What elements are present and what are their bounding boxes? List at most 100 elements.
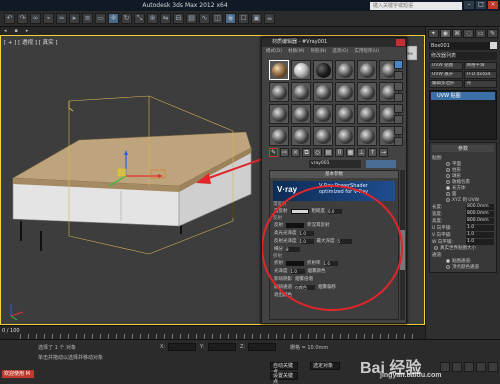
material-editor-title[interactable]: 材质编辑器 - #Vray001 [262,38,406,47]
v-tile-field[interactable]: 1.0 [466,231,494,238]
material-editor-close-button[interactable] [396,39,405,46]
diffuse-color-swatch[interactable] [290,208,309,214]
frame-counter[interactable]: 0 / 100 [2,328,20,334]
modifier-button[interactable]: UVW 展开 [429,71,463,79]
next-frame-icon[interactable] [476,362,486,372]
go-forward-sibling-icon[interactable]: → [379,148,388,157]
render-frame-icon[interactable]: ▣ [251,13,262,24]
x-coord-field[interactable] [168,343,196,351]
menu-material[interactable]: 材质(M) [288,48,304,54]
sample-slot[interactable] [335,82,355,102]
sample-slot[interactable] [313,126,333,146]
sample-slot[interactable] [313,60,333,80]
snap-icon[interactable]: ⊕ [147,13,158,24]
prev-frame-icon[interactable] [452,362,462,372]
goto-end-icon[interactable] [488,362,498,372]
render-setup-icon[interactable]: ☐ [238,13,249,24]
height-field[interactable]: 800.0mm [466,217,494,224]
put-to-library-icon[interactable]: ▤ [324,148,333,157]
sample-slot[interactable] [335,60,355,80]
unlink-icon[interactable]: ⌁ [43,13,54,24]
close-button[interactable]: × [488,1,498,9]
material-editor-scrollbar[interactable] [400,170,405,320]
sample-slot[interactable] [357,60,377,80]
w-tile-field[interactable]: 1.0 [466,238,494,245]
sample-slot[interactable] [335,104,355,124]
parameters-header[interactable]: 参数 [432,145,494,152]
create-tab-icon[interactable]: ✦ [428,29,439,38]
sample-type-icon[interactable] [394,60,403,69]
material-editor-window[interactable]: 材质编辑器 - #Vray001 模式(D) 材质(M) 导航(N) 选项(O)… [261,37,407,324]
select-by-material-icon[interactable] [394,137,403,146]
modifier-button[interactable]: 壳 [463,80,497,88]
width-field[interactable]: 800.0mm [466,210,494,217]
sample-slot[interactable] [269,82,289,102]
sample-slot[interactable] [269,126,289,146]
max-depth-field[interactable]: 5 [337,238,352,244]
background-icon[interactable] [394,82,403,91]
material-editor-icon[interactable]: ◉ [225,13,236,24]
sample-slot[interactable] [269,60,289,80]
modifier-stack[interactable]: UVW 贴图 [429,90,497,140]
modifier-button[interactable]: UVW 贴图 [429,62,463,70]
menu-utilities[interactable]: 实用程序(U) [354,48,379,54]
goto-start-icon[interactable] [440,362,450,372]
roughness-field[interactable]: 0.0 [328,208,342,214]
sample-slot[interactable] [357,126,377,146]
radio-vertex-color-channel[interactable]: 顶点颜色通道 [432,264,494,270]
ribbon-tab-3[interactable]: ▸ [26,28,29,34]
refract-color-swatch[interactable] [286,260,304,266]
z-coord-field[interactable] [248,343,276,351]
hilight-gloss-field[interactable]: 1.0 [299,230,314,236]
ribbon-tab-2[interactable]: ▪ [15,28,18,34]
minimize-button[interactable]: – [464,1,474,9]
video-check-icon[interactable] [394,104,403,113]
mirror-icon[interactable]: ⇋ [160,13,171,24]
motion-tab-icon[interactable]: ◌ [463,29,475,38]
gloss-field[interactable]: 1.0 [290,268,305,274]
sample-slot[interactable] [291,60,311,80]
modify-tab-icon[interactable]: ◉ [439,29,451,38]
maximize-button[interactable]: □ [476,1,486,9]
select-icon[interactable]: ▸ [69,13,80,24]
assign-material-icon[interactable]: ⇨ [280,148,289,157]
ribbon-tab-1[interactable]: ◂ [4,28,7,34]
y-coord-field[interactable] [208,343,236,351]
length-field[interactable]: 800.0mm [466,203,494,210]
show-end-result-icon[interactable]: ⊥ [357,148,366,157]
timeline[interactable]: 0 / 100 [0,325,425,339]
scale-icon[interactable]: ⤡ [134,13,145,24]
show-in-viewport-icon[interactable]: ▦ [346,148,355,157]
play-icon[interactable] [464,362,474,372]
rotate-icon[interactable]: ↻ [121,13,132,24]
make-copy-icon[interactable]: ⧉ [302,148,311,157]
reflect-color-swatch[interactable] [286,222,304,228]
sample-slot[interactable] [291,126,311,146]
search-input[interactable]: 键入关键字或短语 [370,1,462,10]
sample-slot[interactable] [313,104,333,124]
stack-item-uvw-map[interactable]: UVW 贴图 [431,92,495,100]
u-tile-field[interactable]: 1.0 [466,224,494,231]
modifier-button[interactable]: FFD 4x4x4 [463,71,497,79]
move-icon[interactable]: ✥ [108,13,119,24]
sample-slot[interactable] [335,126,355,146]
material-id-icon[interactable]: 0 [335,148,344,157]
rollout-header[interactable]: 基本参数 [270,171,398,178]
set-key-button[interactable]: 设置关键点 [270,372,298,384]
redo-icon[interactable]: ↷ [17,13,28,24]
maxscript-listener[interactable]: 欢迎使用 M [2,370,34,378]
object-name-field[interactable]: Box001 [429,42,497,50]
sample-slot[interactable] [357,104,377,124]
select-by-name-icon[interactable]: ≡ [82,13,93,24]
modifier-button[interactable]: 编辑多边形 [429,80,463,88]
refl-gloss-field[interactable]: 1.0 [299,238,314,244]
undo-icon[interactable]: ↶ [4,13,15,24]
menu-navigation[interactable]: 导航(N) [310,48,326,54]
schematic-icon[interactable]: ◫ [212,13,223,24]
subdivs-field[interactable]: 8 [286,246,300,252]
hierarchy-tab-icon[interactable]: ⌘ [451,29,463,38]
menu-mode[interactable]: 模式(D) [266,48,282,54]
utilities-tab-icon[interactable]: ✎ [487,29,498,38]
modifier-button[interactable]: 网格平滑 [463,62,497,70]
unique-icon[interactable]: ◇ [313,148,322,157]
